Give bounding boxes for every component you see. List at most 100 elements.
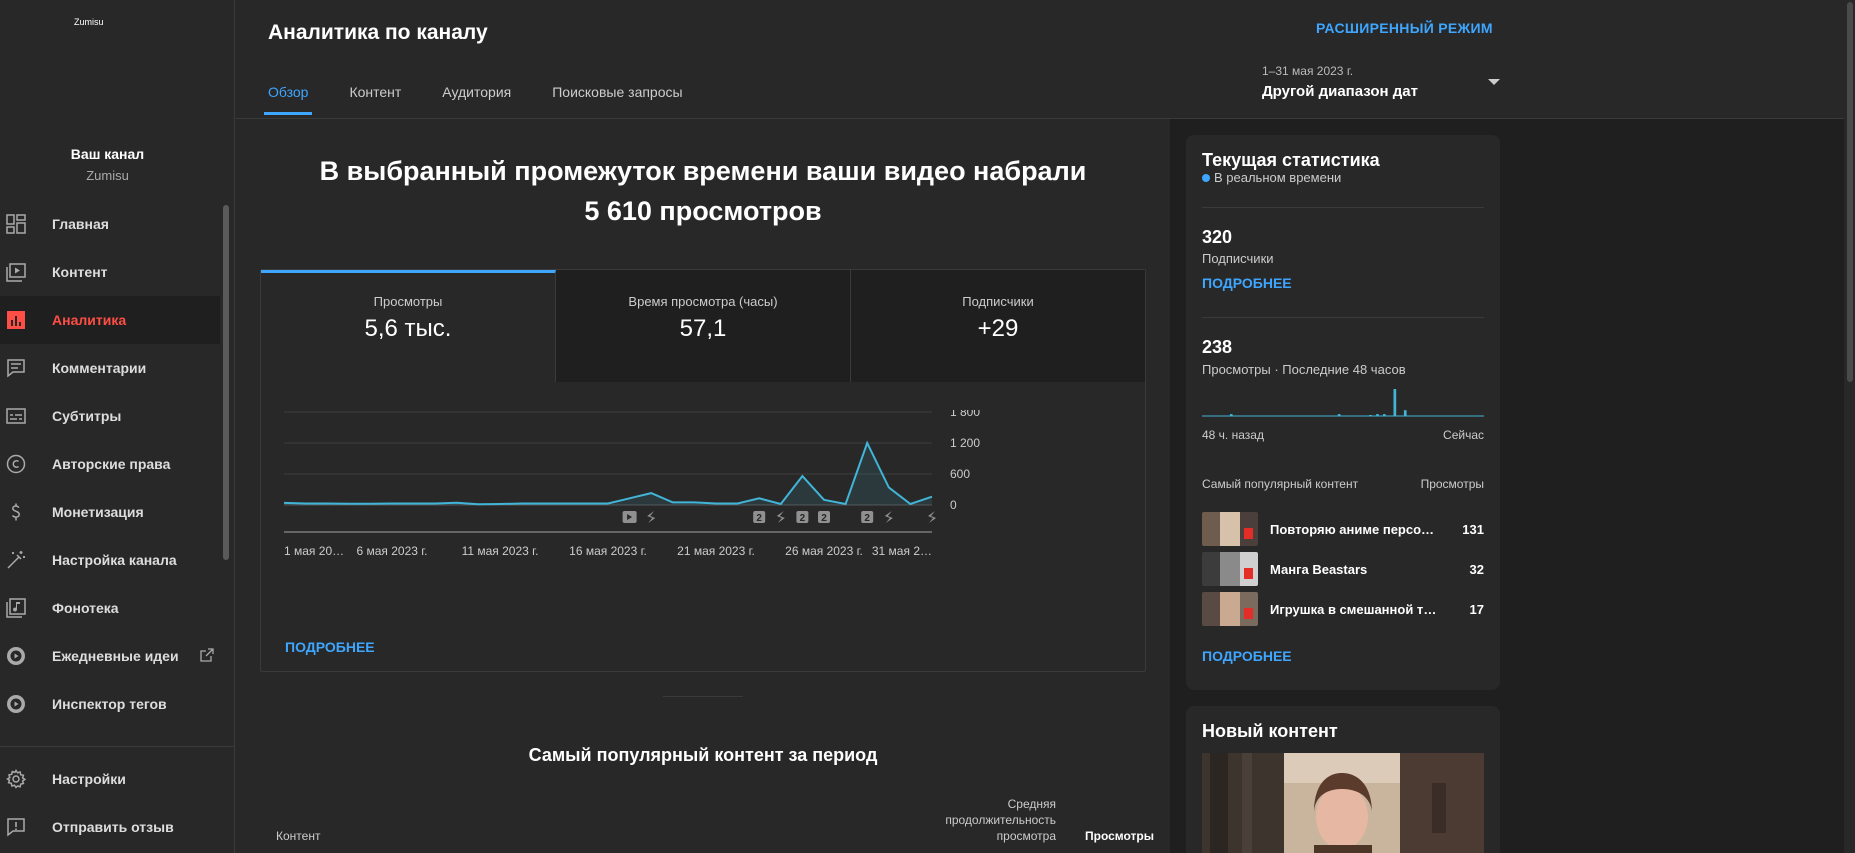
sidebar-item-dashboard[interactable]: Главная (0, 200, 220, 248)
data-point[interactable] (670, 500, 675, 505)
data-point[interactable] (346, 501, 351, 506)
see-more-link[interactable]: ПОДРОБНЕЕ (1202, 648, 1292, 664)
mini-bar[interactable] (1393, 389, 1397, 416)
top-content-row[interactable]: Игрушка в смешанной тех… 17 (1202, 591, 1484, 627)
channel-logo[interactable]: Zumisu (74, 17, 104, 27)
tab-overview[interactable]: Обзор (263, 84, 313, 115)
sidebar-item-label: Субтитры (52, 408, 122, 424)
metric-label: Подписчики (962, 294, 1034, 309)
top-content-row[interactable]: Повторяю аниме персона… 131 (1202, 511, 1484, 547)
data-point[interactable] (433, 501, 438, 506)
new-content-card: Новый контент (1186, 706, 1500, 853)
data-point[interactable] (411, 501, 416, 506)
sidebar: Zumisu Ваш канал Zumisu Главная Контент … (0, 0, 235, 853)
data-point[interactable] (519, 501, 524, 506)
sidebar-item-label: Отправить отзыв (52, 819, 174, 835)
data-point[interactable] (454, 500, 459, 505)
data-point[interactable] (627, 496, 632, 501)
metric-tab-watch-time[interactable]: Время просмотра (часы) 57,1 (556, 270, 851, 382)
sidebar-item-tag-inspector[interactable]: Инспектор тегов (0, 680, 220, 728)
mini-bar[interactable] (1337, 414, 1341, 416)
metric-tab-views[interactable]: Просмотры 5,6 тыс. (261, 270, 556, 382)
table-header-views[interactable]: Просмотры (1064, 829, 1154, 843)
sidebar-item-label: Комментарии (52, 360, 147, 376)
play-circle-icon (7, 647, 25, 665)
tab-audience[interactable]: Аудитория (442, 84, 511, 114)
sidebar-nav: Главная Контент Аналитика Комментарии Су… (0, 200, 220, 728)
data-point[interactable] (778, 502, 783, 507)
sidebar-item-subtitles[interactable]: Субтитры (0, 392, 220, 440)
y-tick-label: 600 (950, 467, 970, 481)
y-tick-label: 1 800 (950, 410, 980, 419)
views-48h-chart[interactable] (1202, 387, 1484, 419)
data-point[interactable] (606, 501, 611, 506)
new-content-thumbnail[interactable] (1202, 753, 1484, 853)
sidebar-item-monetization[interactable]: Монетизация (0, 488, 220, 536)
header-text-line: Средняя (1007, 797, 1056, 811)
see-more-link[interactable]: ПОДРОБНЕЕ (1202, 275, 1292, 291)
sidebar-item-copyright[interactable]: Авторские права (0, 440, 220, 488)
sidebar-item-settings[interactable]: Настройки (0, 755, 220, 803)
y-tick-label: 1 200 (950, 436, 980, 450)
data-point[interactable] (886, 485, 891, 490)
video-title: Повторяю аниме персона… (1270, 521, 1440, 537)
data-point[interactable] (368, 501, 373, 506)
data-point[interactable] (757, 496, 762, 501)
sidebar-item-daily-ideas[interactable]: Ежедневные идеи (0, 632, 220, 680)
data-point[interactable] (303, 501, 308, 506)
see-more-link[interactable]: ПОДРОБНЕЕ (285, 639, 375, 655)
data-point[interactable] (865, 441, 870, 446)
sidebar-item-audio-library[interactable]: Фонотека (0, 584, 220, 632)
views-chart[interactable]: 0 600 1 200 1 800 2 2 2 2 1 мая 20… 6 мая 2023 г.… (284, 410, 1144, 610)
mini-bar[interactable] (1369, 415, 1372, 416)
advanced-mode-button[interactable]: РАСШИРЕННЫЙ РЕЖИМ (1316, 20, 1493, 36)
sidebar-item-comments[interactable]: Комментарии (0, 344, 220, 392)
data-point[interactable] (562, 501, 567, 506)
metric-label: Просмотры (373, 294, 443, 309)
mini-bar[interactable] (1383, 414, 1386, 416)
metric-tab-subscribers[interactable]: Подписчики +29 (851, 270, 1145, 382)
subtitles-icon (6, 408, 26, 424)
data-point[interactable] (800, 474, 805, 479)
data-point[interactable] (390, 501, 395, 506)
data-point[interactable] (930, 494, 935, 499)
tab-content[interactable]: Контент (349, 84, 401, 114)
page-scrollbar-thumb[interactable] (1847, 2, 1853, 382)
mini-bar[interactable] (1376, 414, 1379, 416)
data-point[interactable] (541, 501, 546, 506)
sidebar-item-feedback[interactable]: Отправить отзыв (0, 803, 220, 851)
data-point[interactable] (692, 500, 697, 505)
sidebar-item-label: Авторские права (52, 456, 171, 472)
sidebar-scrollbar[interactable] (223, 205, 229, 560)
page-scrollbar[interactable] (1845, 0, 1855, 853)
mini-bar[interactable] (1229, 414, 1233, 416)
data-point[interactable] (822, 497, 827, 502)
header-text-line: просмотра (996, 829, 1056, 843)
x-tick-label: 11 мая 2023 г. (462, 544, 539, 558)
upload-count-label: 2 (756, 513, 762, 524)
data-point[interactable] (714, 501, 719, 506)
date-range-picker[interactable]: 1–31 мая 2023 г. Другой диапазон дат (1262, 64, 1500, 100)
data-point[interactable] (325, 501, 330, 506)
data-point[interactable] (584, 501, 589, 506)
data-point[interactable] (843, 502, 848, 507)
upload-count-label: 2 (864, 513, 870, 524)
data-point[interactable] (498, 502, 503, 507)
x-tick-label: 6 мая 2023 г. (356, 544, 427, 558)
top-content-row[interactable]: Манга Beastars 32 (1202, 551, 1484, 587)
sidebar-item-label: Инспектор тегов (52, 696, 167, 712)
date-range-period: 1–31 мая 2023 г. (1262, 64, 1354, 78)
mini-start-label: 48 ч. назад (1202, 428, 1264, 442)
data-point[interactable] (908, 502, 913, 507)
mini-bar[interactable] (1403, 410, 1407, 416)
table-header-avg-duration[interactable]: Средняя продолжительность просмотра (896, 796, 1056, 844)
sidebar-item-customization[interactable]: Настройка канала (0, 536, 220, 584)
sidebar-item-content[interactable]: Контент (0, 248, 220, 296)
data-point[interactable] (649, 491, 654, 496)
data-point[interactable] (735, 501, 740, 506)
tab-search-queries[interactable]: Поисковые запросы (552, 84, 682, 114)
sidebar-item-analytics[interactable]: Аналитика (0, 296, 220, 344)
headline-line-2: 5 610 просмотров (584, 196, 822, 226)
data-point[interactable] (476, 502, 481, 507)
sidebar-item-label: Аналитика (52, 312, 127, 328)
